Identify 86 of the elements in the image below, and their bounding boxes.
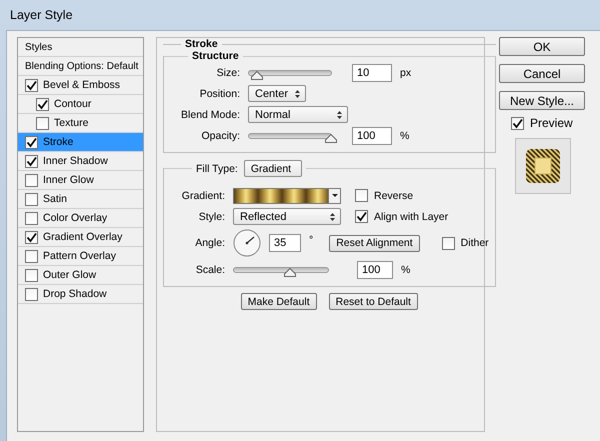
unit-label: ° [309, 234, 314, 246]
style-label: Color Overlay [43, 212, 108, 224]
field-label: Angle: [194, 237, 225, 249]
style-label: Gradient Overlay [43, 231, 122, 243]
field-label: Opacity: [200, 130, 240, 142]
style-list-item[interactable]: Inner Glow [18, 171, 143, 190]
style-list-item[interactable]: Pattern Overlay [18, 247, 143, 266]
checkbox[interactable] [355, 189, 368, 202]
field-label: Position: [198, 88, 240, 100]
style-label: Satin [43, 193, 67, 205]
gradient-swatch[interactable] [233, 188, 329, 204]
style-list-item[interactable]: Blending Options: Default [18, 57, 143, 76]
checkbox[interactable] [25, 250, 38, 262]
input-field[interactable]: 35 [269, 234, 301, 252]
style-list-item[interactable]: Inner Shadow [18, 152, 143, 171]
style-list-item[interactable]: Bevel & Emboss [18, 76, 143, 95]
checkbox[interactable] [25, 154, 38, 168]
checkbox[interactable] [355, 210, 368, 223]
checkbox[interactable] [25, 212, 38, 224]
checkbox[interactable] [25, 268, 38, 282]
dialog-button[interactable]: Reset to Default [328, 293, 418, 310]
checkbox[interactable] [25, 78, 38, 92]
style-label: Inner Glow [43, 174, 94, 186]
panel-header: Styles [18, 38, 143, 57]
checkbox[interactable] [36, 116, 49, 130]
dialog-button[interactable]: Cancel [499, 64, 585, 83]
dropdown[interactable]: Reflected [233, 208, 341, 225]
style-label: Outer Glow [43, 269, 96, 281]
dialog-button[interactable]: OK [499, 37, 585, 56]
field-label: Blend Mode: [180, 108, 240, 120]
section-title: Stroke [184, 38, 219, 50]
field-label: Fill Type: [196, 162, 238, 174]
dropdown-button[interactable] [329, 188, 341, 204]
dropdown[interactable]: Center [248, 85, 306, 102]
checkbox-label: Align with Layer [374, 210, 448, 222]
unit-label: % [401, 264, 410, 276]
style-label: Stroke [43, 136, 74, 148]
dialog-button[interactable]: New Style... [499, 91, 585, 110]
style-label: Bevel & Emboss [43, 79, 120, 91]
style-preview-drawing [525, 148, 561, 184]
dropdown[interactable]: Normal [248, 106, 348, 123]
style-list-item[interactable]: Drop Shadow [18, 285, 143, 304]
field-label: Gradient: [180, 190, 225, 202]
checkbox[interactable] [25, 230, 38, 244]
updown-arrows-icon [329, 212, 336, 222]
checkbox[interactable] [36, 98, 49, 110]
style-list-item[interactable]: Contour [18, 95, 143, 114]
style-label: Texture [54, 117, 88, 129]
checkbox[interactable] [25, 174, 38, 186]
reset-alignment-button[interactable]: Reset Alignment [329, 234, 420, 252]
input-field[interactable]: 100 [357, 260, 393, 278]
style-label: Drop Shadow [43, 288, 107, 300]
input-field[interactable]: 10 [352, 64, 392, 82]
unit-label: % [400, 130, 410, 142]
checkbox[interactable] [25, 288, 38, 300]
checkbox[interactable] [442, 236, 455, 250]
style-label: Contour [54, 98, 92, 110]
checkbox[interactable] [25, 136, 38, 148]
checkbox-label: Dither [460, 237, 489, 249]
field-label: Size: [216, 66, 240, 78]
field-label: Scale: [194, 264, 225, 276]
checkbox-label: Preview [530, 116, 573, 130]
checkbox[interactable] [25, 192, 38, 206]
slider-thumb[interactable] [325, 134, 337, 142]
slider-thumb[interactable] [251, 70, 264, 80]
style-list-item[interactable]: Satin [18, 190, 143, 209]
caret-icon [332, 194, 338, 197]
input-field[interactable]: 100 [352, 126, 392, 144]
group-title: Structure [191, 50, 240, 62]
slider-thumb[interactable] [284, 268, 296, 276]
style-label: Pattern Overlay [43, 250, 116, 262]
checkbox-label: Reverse [374, 190, 414, 202]
field-label: Style: [198, 210, 225, 222]
style-list-item[interactable]: Stroke [18, 133, 143, 152]
dialog-button[interactable]: Make Default [240, 293, 317, 310]
style-list-item[interactable]: Gradient Overlay [18, 228, 143, 247]
style-list-item[interactable]: Color Overlay [18, 209, 143, 228]
updown-arrows-icon [336, 110, 343, 120]
dropdown[interactable]: Gradient [244, 160, 302, 177]
window-title: Layer Style [9, 7, 74, 24]
style-list-item[interactable]: Outer Glow [18, 266, 143, 285]
style-label: Inner Shadow [43, 155, 108, 167]
unit-label: px [400, 66, 412, 78]
angle-dial[interactable] [233, 229, 261, 257]
checkbox[interactable] [511, 116, 524, 130]
updown-arrows-icon [294, 88, 301, 98]
